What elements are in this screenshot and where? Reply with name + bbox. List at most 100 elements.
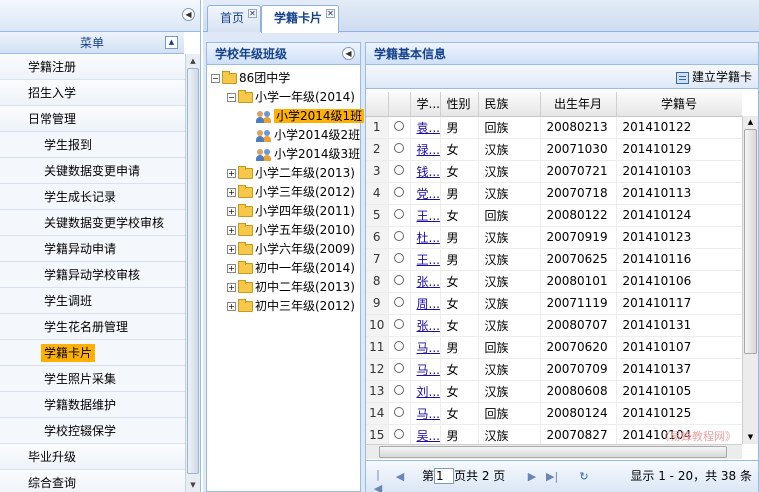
student-name-link[interactable]: 周...	[417, 297, 440, 311]
tree-node[interactable]: + 小学三年级(2012)	[211, 183, 360, 202]
grid-vscroll-thumb[interactable]	[744, 129, 757, 354]
tree-node[interactable]: + 小学五年级(2010)	[211, 221, 360, 240]
menu-item[interactable]: 日常管理	[0, 106, 185, 132]
student-name-link[interactable]: 钱...	[417, 165, 440, 179]
menu-item[interactable]: 学生报到	[0, 132, 185, 158]
row-radio[interactable]	[394, 121, 404, 131]
table-row[interactable]: 1 袁... 男回族 20080213 201410122	[366, 116, 742, 139]
expand-icon[interactable]: +	[227, 207, 236, 216]
create-card-button[interactable]: 建立学籍卡	[675, 68, 752, 86]
tree-node[interactable]: − 小学一年级(2014)	[211, 88, 360, 107]
row-radio[interactable]	[394, 319, 404, 329]
tree-node[interactable]: 小学2014级2班	[211, 126, 360, 145]
col-header-id[interactable]: 学籍号	[616, 92, 742, 117]
table-row[interactable]: 10 张... 女汉族 20080707 201410131	[366, 314, 742, 337]
tab-student-card[interactable]: 学籍卡片 ✕	[261, 5, 340, 33]
collapse-up-icon[interactable]: ▲	[165, 36, 178, 49]
refresh-icon[interactable]: ↻	[578, 470, 590, 484]
student-name-link[interactable]: 杜...	[417, 231, 440, 245]
tree-node[interactable]: − 86团中学	[211, 69, 360, 88]
row-radio[interactable]	[394, 143, 404, 153]
scroll-up-icon[interactable]: ▲	[186, 54, 200, 68]
row-radio[interactable]	[394, 297, 404, 307]
tree-node[interactable]: + 小学二年级(2013)	[211, 164, 360, 183]
student-name-link[interactable]: 马...	[417, 341, 440, 355]
col-header-birth[interactable]: 出生年月	[540, 92, 617, 117]
tree-node[interactable]: 小学2014级3班	[211, 145, 360, 164]
menu-item[interactable]: 学籍异动申请	[0, 236, 185, 262]
menu-item[interactable]: 学校控辍保学	[0, 418, 185, 444]
table-row[interactable]: 11 马... 男回族 20070620 201410107	[366, 336, 742, 359]
row-radio[interactable]	[394, 407, 404, 417]
next-page-icon[interactable]: ▶	[526, 470, 538, 484]
student-name-link[interactable]: 马...	[417, 407, 440, 421]
table-row[interactable]: 2 禄... 女汉族 20071030 201410129	[366, 138, 742, 161]
grid-vscrollbar[interactable]: ▲ ▼	[742, 116, 758, 444]
student-name-link[interactable]: 党...	[417, 187, 440, 201]
row-radio[interactable]	[394, 363, 404, 373]
close-icon[interactable]: ✕	[326, 9, 336, 18]
menu-item[interactable]: 关键数据变更学校审核	[0, 210, 185, 236]
menu-item[interactable]: 学籍卡片	[0, 340, 185, 366]
grid-hscrollbar[interactable]	[366, 444, 742, 459]
table-row[interactable]: 13 刘... 女汉族 20080608 201410105	[366, 380, 742, 403]
menu-item[interactable]: 毕业升级	[0, 444, 185, 470]
last-page-icon[interactable]: ▶|	[546, 470, 558, 484]
menu-item[interactable]: 学生调班	[0, 288, 185, 314]
tab-home[interactable]: 首页 ✕	[207, 5, 262, 32]
row-radio[interactable]	[394, 275, 404, 285]
expand-icon[interactable]: +	[227, 302, 236, 311]
student-name-link[interactable]: 袁...	[417, 121, 440, 135]
close-icon[interactable]: ✕	[248, 9, 258, 18]
tree-node[interactable]: + 小学四年级(2011)	[211, 202, 360, 221]
expand-icon[interactable]: +	[227, 169, 236, 178]
expand-icon[interactable]: +	[227, 188, 236, 197]
row-radio[interactable]	[394, 209, 404, 219]
scroll-up-icon[interactable]: ▲	[743, 116, 758, 129]
collapse-left-icon[interactable]: ◀	[182, 8, 195, 21]
collapse-icon[interactable]: −	[211, 74, 220, 83]
table-row[interactable]: 6 杜... 男汉族 20070919 201410123	[366, 226, 742, 249]
row-radio[interactable]	[394, 341, 404, 351]
menu-item[interactable]: 学籍注册	[0, 54, 185, 80]
menu-scrollbar[interactable]: ▲ ▼	[185, 54, 200, 492]
table-row[interactable]: 9 周... 女汉族 20071119 201410117	[366, 292, 742, 315]
tree-node[interactable]: + 小学六年级(2009)	[211, 240, 360, 259]
grid-hscroll-thumb[interactable]	[379, 446, 727, 458]
table-row[interactable]: 5 王... 女回族 20080122 201410124	[366, 204, 742, 227]
prev-page-icon[interactable]: ◀	[394, 470, 406, 484]
collapse-tree-icon[interactable]: ◀	[342, 47, 355, 60]
scroll-down-icon[interactable]: ▼	[743, 431, 758, 444]
expand-icon[interactable]: +	[227, 245, 236, 254]
menu-item[interactable]: 综合查询	[0, 470, 185, 492]
table-row[interactable]: 12 马... 女汉族 20070709 201410137	[366, 358, 742, 381]
col-header-sex[interactable]: 性别	[440, 92, 479, 117]
row-radio[interactable]	[394, 429, 404, 439]
menu-item[interactable]: 招生入学	[0, 80, 185, 106]
menu-item[interactable]: 学籍数据维护	[0, 392, 185, 418]
col-header-name[interactable]: 学...	[410, 92, 441, 117]
expand-icon[interactable]: +	[227, 226, 236, 235]
menu-scroll-thumb[interactable]	[187, 68, 199, 474]
menu-item[interactable]: 关键数据变更申请	[0, 158, 185, 184]
first-page-icon[interactable]: |◀	[372, 468, 384, 492]
collapse-icon[interactable]: −	[227, 93, 236, 102]
scroll-down-icon[interactable]: ▼	[186, 478, 200, 492]
page-number-input[interactable]	[434, 468, 455, 484]
student-name-link[interactable]: 吴...	[417, 429, 440, 443]
menu-item[interactable]: 学籍异动学校审核	[0, 262, 185, 288]
table-row[interactable]: 14 马... 女回族 20080124 201410125	[366, 402, 742, 425]
expand-icon[interactable]: +	[227, 264, 236, 273]
student-name-link[interactable]: 张...	[417, 319, 440, 333]
table-row[interactable]: 3 钱... 女汉族 20070721 201410103	[366, 160, 742, 183]
student-name-link[interactable]: 王...	[417, 253, 440, 267]
row-radio[interactable]	[394, 385, 404, 395]
student-name-link[interactable]: 禄...	[417, 143, 440, 157]
student-name-link[interactable]: 马...	[417, 363, 440, 377]
expand-icon[interactable]: +	[227, 283, 236, 292]
row-radio[interactable]	[394, 231, 404, 241]
tree-node[interactable]: + 初中一年级(2014)	[211, 259, 360, 278]
row-radio[interactable]	[394, 253, 404, 263]
col-header-nation[interactable]: 民族	[478, 92, 541, 117]
menu-item[interactable]: 学生成长记录	[0, 184, 185, 210]
